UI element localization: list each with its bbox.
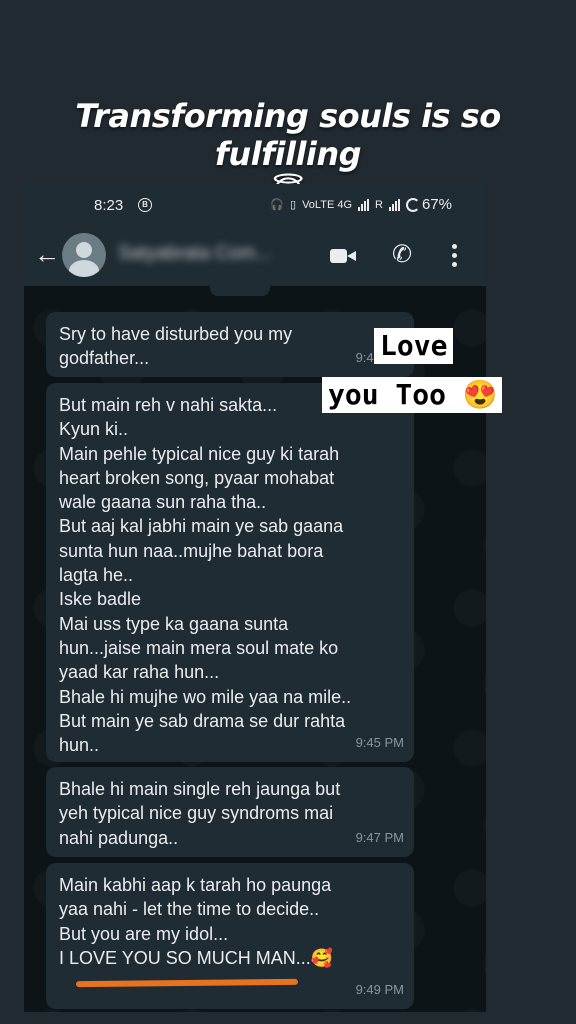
message-text: But main reh v nahi sakta... Kyun ki.. M… [59, 395, 352, 756]
message-time: 9:45 PM [355, 734, 404, 750]
signal-icon-2 [388, 198, 400, 211]
battery-indicator: 67% [405, 196, 452, 213]
message-text: Main kabhi aap k tarah ho paunga yaa nah… [59, 875, 334, 968]
message-text: Sry to have disturbed you my godfather..… [59, 324, 293, 369]
phone-call-icon[interactable]: ✆ [392, 242, 412, 268]
sticker-love: Love [374, 328, 454, 364]
battery-ring-icon [405, 198, 420, 213]
contact-name[interactable]: Satyabrata Com... [118, 243, 271, 265]
back-arrow-icon[interactable]: ← [34, 241, 60, 267]
battery-percent: 67% [421, 196, 452, 213]
roaming-label: R [375, 198, 383, 211]
message-time: 9:47 PM [355, 829, 404, 845]
scroll-nub [210, 286, 270, 296]
status-bar: 8:23 B 🎧 ▯ VoLTE 4G R 67% [24, 184, 486, 226]
status-time: 8:23 [94, 197, 124, 214]
b-notification-icon: B [138, 198, 152, 212]
avatar[interactable] [62, 233, 106, 277]
status-icons: 🎧 ▯ VoLTE 4G R 67% [270, 196, 452, 213]
message-text: Bhale hi main single reh jaunga but yeh … [59, 779, 341, 848]
chat-header: ← Satyabrata Com... ✆ [24, 226, 486, 286]
video-call-icon[interactable] [330, 247, 356, 265]
message-bubble-4[interactable]: Main kabhi aap k tarah ho paunga yaa nah… [46, 863, 414, 1009]
message-time: 9:49 PM [355, 981, 404, 997]
message-bubble-3[interactable]: Bhale hi main single reh jaunga but yeh … [46, 767, 414, 857]
message-bubble-2[interactable]: But main reh v nahi sakta... Kyun ki.. M… [46, 383, 414, 762]
more-options-icon[interactable] [452, 244, 458, 268]
headline-text: Transforming souls is so fulfilling [75, 97, 501, 173]
signal-icon [358, 198, 370, 211]
message-bubble-1[interactable]: Sry to have disturbed you my godfather..… [46, 312, 414, 377]
vibrate-icon: ▯ [290, 199, 297, 211]
network-label: VoLTE 4G [302, 198, 353, 211]
sticker-you-too: you Too 😍 [322, 377, 502, 413]
headphones-icon: 🎧 [270, 199, 285, 211]
